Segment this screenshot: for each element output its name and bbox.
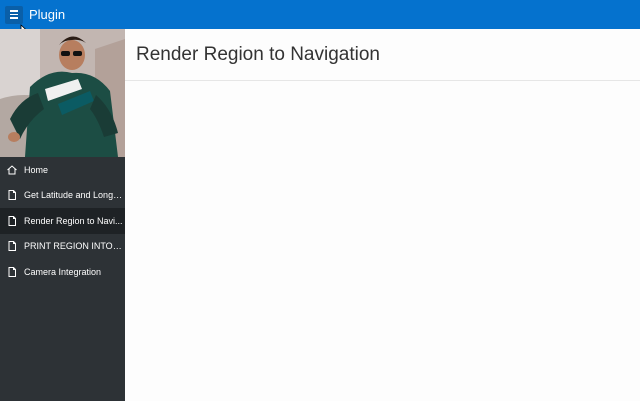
top-navigation-bar: Plugin xyxy=(0,0,640,29)
profile-photo-image xyxy=(0,29,125,157)
sidebar-item-label: Get Latitude and Longit... xyxy=(24,190,124,201)
sidebar-item-camera-integration[interactable]: Camera Integration xyxy=(0,259,125,285)
app-title[interactable]: Plugin xyxy=(29,7,65,22)
sidebar-item-print-region[interactable]: PRINT REGION INTO P... xyxy=(0,234,125,260)
hamburger-line xyxy=(10,10,18,12)
page-icon xyxy=(8,215,16,226)
navigation-menu: Home Get Latitude and Longit... Render R… xyxy=(0,157,125,285)
page-icon xyxy=(8,266,16,277)
page-icon xyxy=(8,190,16,201)
sidebar-item-render-region[interactable]: Render Region to Navi... xyxy=(0,208,125,234)
hamburger-line xyxy=(10,17,18,19)
sidebar-item-label: Camera Integration xyxy=(24,266,102,277)
sidebar-item-home[interactable]: Home xyxy=(0,157,125,183)
page-icon xyxy=(8,241,16,252)
profile-photo xyxy=(0,29,125,157)
sidebar-item-label: Render Region to Navi... xyxy=(24,215,123,226)
page-title: Render Region to Navigation xyxy=(136,43,380,65)
sidebar: Home Get Latitude and Longit... Render R… xyxy=(0,29,125,401)
sidebar-item-label: Home xyxy=(24,164,49,175)
main-content: Render Region to Navigation xyxy=(125,29,640,401)
hamburger-icon[interactable] xyxy=(5,5,23,24)
page-header: Render Region to Navigation xyxy=(125,29,640,81)
sidebar-item-label: PRINT REGION INTO P... xyxy=(24,241,124,252)
hamburger-line xyxy=(10,13,18,16)
sidebar-item-get-latitude[interactable]: Get Latitude and Longit... xyxy=(0,183,125,209)
home-icon xyxy=(7,165,17,175)
